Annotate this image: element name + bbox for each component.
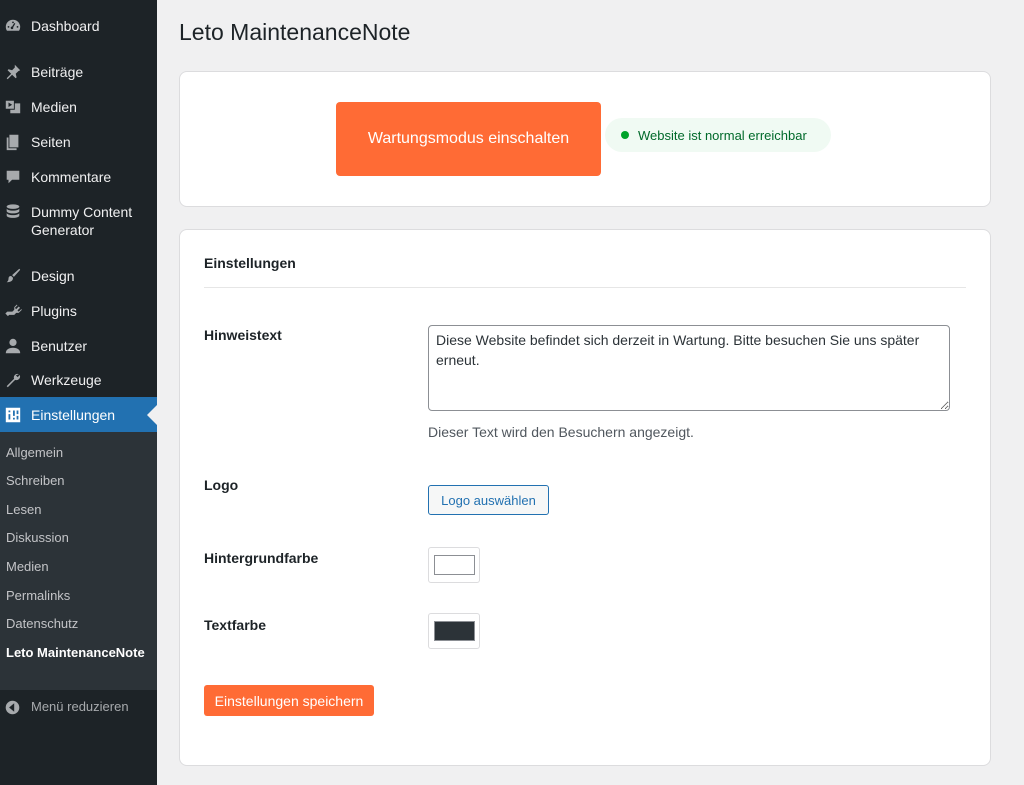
background-color-swatch	[434, 555, 475, 575]
status-dot-icon	[621, 131, 629, 139]
page-title: Leto MaintenanceNote	[179, 19, 411, 45]
settings-icon	[4, 406, 22, 424]
sidebar-item-label: Medien	[31, 99, 77, 115]
admin-sidebar: Dashboard Beiträge Medien Seiten Komment…	[0, 0, 157, 785]
sidebar-item-label: Plugins	[31, 303, 77, 319]
background-color-picker[interactable]	[428, 547, 480, 583]
comments-icon	[4, 168, 22, 186]
plugin-icon	[4, 302, 22, 320]
sidebar-item-label: Benutzer	[31, 338, 88, 354]
status-text: Website ist normal erreichbar	[638, 128, 807, 143]
save-settings-button[interactable]: Einstellungen speichern	[204, 685, 374, 716]
settings-section-title: Einstellungen	[204, 255, 296, 271]
pushpin-icon	[4, 63, 22, 81]
submenu-item-privacy[interactable]: Datenschutz	[6, 615, 78, 633]
text-color-label: Textfarbe	[204, 617, 266, 633]
background-color-label: Hintergrundfarbe	[204, 550, 319, 566]
submenu-item-general[interactable]: Allgemein	[6, 444, 63, 462]
notice-text-field[interactable]: Diese Website befindet sich derzeit in W…	[428, 325, 950, 411]
select-logo-button[interactable]: Logo auswählen	[428, 485, 549, 515]
collapse-arrow-icon	[4, 699, 21, 716]
sidebar-item-label: Kommentare	[31, 169, 112, 185]
status-badge: Website ist normal erreichbar	[605, 118, 831, 152]
sidebar-item-label: Beiträge	[31, 64, 84, 80]
pages-icon	[4, 133, 22, 151]
sidebar-item-label: Dashboard	[31, 18, 100, 34]
sidebar-item-label: Werkzeuge	[31, 372, 102, 388]
sidebar-item-label: Design	[31, 268, 75, 284]
sidebar-item-label: Dummy Content Generator	[31, 204, 133, 238]
enable-maintenance-button[interactable]: Wartungsmodus einschalten	[336, 102, 601, 176]
brush-icon	[4, 267, 22, 285]
collapse-menu-label: Menü reduzieren	[31, 699, 129, 714]
submenu-item-writing[interactable]: Schreiben	[6, 472, 65, 490]
notice-text-help: Dieser Text wird den Besuchern angezeigt…	[428, 424, 694, 440]
sidebar-item-settings[interactable]: Einstellungen	[0, 397, 157, 433]
submenu-item-media[interactable]: Medien	[6, 558, 49, 576]
media-icon	[4, 98, 22, 116]
text-color-picker[interactable]	[428, 613, 480, 649]
submenu-item-permalinks[interactable]: Permalinks	[6, 587, 70, 605]
settings-submenu: Allgemein Schreiben Lesen Diskussion Med…	[0, 432, 157, 690]
submenu-item-leto-maintenancenote[interactable]: Leto MaintenanceNote	[6, 644, 146, 662]
collapse-menu-button[interactable]: Menü reduzieren	[0, 698, 157, 718]
wrench-icon	[4, 371, 22, 389]
dashboard-icon	[4, 17, 22, 35]
active-indicator	[147, 405, 157, 425]
sidebar-item-label: Einstellungen	[31, 407, 116, 423]
submenu-item-discussion[interactable]: Diskussion	[6, 529, 69, 547]
logo-label: Logo	[204, 477, 239, 493]
database-icon	[4, 203, 22, 221]
notice-text-label: Hinweistext	[204, 327, 282, 343]
section-divider	[204, 287, 966, 288]
sidebar-item-label: Seiten	[31, 134, 71, 150]
submenu-item-reading[interactable]: Lesen	[6, 501, 41, 519]
text-color-swatch	[434, 621, 475, 641]
user-icon	[4, 337, 22, 355]
